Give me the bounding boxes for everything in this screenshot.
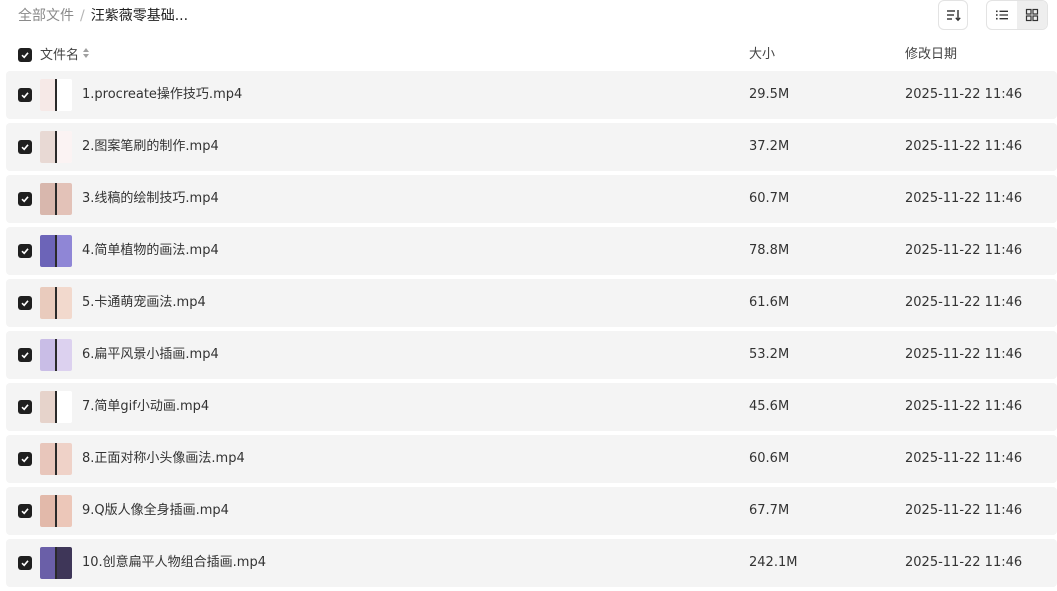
file-date: 2025-11-22 11:46 xyxy=(905,399,1023,414)
row-checkbox[interactable] xyxy=(18,296,32,310)
breadcrumb: 全部文件 / 汪紫薇零基础... xyxy=(18,6,188,26)
row-checkbox[interactable] xyxy=(18,88,32,102)
check-icon xyxy=(21,52,29,59)
table-row[interactable]: 6.扁平风景小插画.mp4 53.2M 2025-11-22 11:46 xyxy=(6,331,1057,379)
file-size: 37.2M xyxy=(749,139,790,154)
file-size: 60.7M xyxy=(749,191,790,206)
row-checkbox[interactable] xyxy=(18,192,32,206)
check-icon xyxy=(21,456,29,463)
file-date: 2025-11-22 11:46 xyxy=(905,87,1023,102)
row-checkbox[interactable] xyxy=(18,504,32,518)
table-row[interactable]: 3.线稿的绘制技巧.mp4 60.7M 2025-11-22 11:46 xyxy=(6,175,1057,223)
breadcrumb-root-link[interactable]: 全部文件 xyxy=(18,8,74,24)
sort-arrows-icon[interactable] xyxy=(82,47,90,64)
file-name[interactable]: 3.线稿的绘制技巧.mp4 xyxy=(82,191,219,207)
table-row[interactable]: 5.卡通萌宠画法.mp4 61.6M 2025-11-22 11:46 xyxy=(6,279,1057,327)
file-date: 2025-11-22 11:46 xyxy=(905,347,1023,362)
table-row[interactable]: 9.Q版人像全身插画.mp4 67.7M 2025-11-22 11:46 xyxy=(6,487,1057,535)
file-size: 67.7M xyxy=(749,503,790,518)
file-name[interactable]: 5.卡通萌宠画法.mp4 xyxy=(82,295,206,311)
file-date: 2025-11-22 11:46 xyxy=(905,139,1023,154)
video-thumbnail xyxy=(40,339,72,371)
file-date: 2025-11-22 11:46 xyxy=(905,503,1023,518)
check-icon xyxy=(21,508,29,515)
breadcrumb-current-folder: 汪紫薇零基础... xyxy=(90,8,189,24)
check-icon xyxy=(21,144,29,151)
table-row[interactable]: 1.procreate操作技巧.mp4 29.5M 2025-11-22 11:… xyxy=(6,71,1057,119)
file-size: 78.8M xyxy=(749,243,790,258)
video-thumbnail xyxy=(40,547,72,579)
row-checkbox[interactable] xyxy=(18,400,32,414)
file-date: 2025-11-22 11:46 xyxy=(905,295,1023,310)
file-date: 2025-11-22 11:46 xyxy=(905,243,1023,258)
file-size: 29.5M xyxy=(749,87,790,102)
video-thumbnail xyxy=(40,495,72,527)
file-date: 2025-11-22 11:46 xyxy=(905,555,1023,570)
check-icon xyxy=(21,352,29,359)
table-row[interactable]: 7.简单gif小动画.mp4 45.6M 2025-11-22 11:46 xyxy=(6,383,1057,431)
video-thumbnail xyxy=(40,131,72,163)
video-thumbnail xyxy=(40,79,72,111)
file-name[interactable]: 8.正面对称小头像画法.mp4 xyxy=(82,451,245,467)
row-checkbox[interactable] xyxy=(18,244,32,258)
size-column-header[interactable]: 大小 xyxy=(749,47,775,63)
name-column-header[interactable]: 文件名 xyxy=(40,47,90,64)
sort-button[interactable] xyxy=(938,0,968,30)
check-icon xyxy=(21,196,29,203)
check-icon xyxy=(21,92,29,99)
file-size: 45.6M xyxy=(749,399,790,414)
file-name[interactable]: 6.扁平风景小插画.mp4 xyxy=(82,347,219,363)
check-icon xyxy=(21,248,29,255)
table-row[interactable]: 4.简单植物的画法.mp4 78.8M 2025-11-22 11:46 xyxy=(6,227,1057,275)
table-row[interactable]: 2.图案笔刷的制作.mp4 37.2M 2025-11-22 11:46 xyxy=(6,123,1057,171)
file-date: 2025-11-22 11:46 xyxy=(905,451,1023,466)
name-column-label: 文件名 xyxy=(40,48,80,63)
check-icon xyxy=(21,300,29,307)
select-all-checkbox[interactable] xyxy=(18,48,32,62)
row-checkbox[interactable] xyxy=(18,140,32,154)
video-thumbnail xyxy=(40,287,72,319)
file-size: 242.1M xyxy=(749,555,798,570)
grid-view-icon xyxy=(1025,8,1039,22)
file-size: 61.6M xyxy=(749,295,790,310)
file-size: 53.2M xyxy=(749,347,790,362)
breadcrumb-separator: / xyxy=(80,8,85,24)
grid-view-button[interactable] xyxy=(1017,1,1047,29)
view-mode-toggle xyxy=(986,0,1048,30)
file-name[interactable]: 7.简单gif小动画.mp4 xyxy=(82,399,209,415)
file-size: 60.6M xyxy=(749,451,790,466)
check-icon xyxy=(21,404,29,411)
file-name[interactable]: 9.Q版人像全身插画.mp4 xyxy=(82,503,229,519)
file-name[interactable]: 4.简单植物的画法.mp4 xyxy=(82,243,219,259)
file-name[interactable]: 2.图案笔刷的制作.mp4 xyxy=(82,139,219,155)
video-thumbnail xyxy=(40,183,72,215)
modified-column-header[interactable]: 修改日期 xyxy=(905,47,957,63)
video-thumbnail xyxy=(40,443,72,475)
file-date: 2025-11-22 11:46 xyxy=(905,191,1023,206)
list-view-button[interactable] xyxy=(987,1,1017,29)
top-bar: 全部文件 / 汪紫薇零基础... xyxy=(0,0,1057,32)
sort-icon xyxy=(947,10,961,22)
video-thumbnail xyxy=(40,235,72,267)
table-row[interactable]: 8.正面对称小头像画法.mp4 60.6M 2025-11-22 11:46 xyxy=(6,435,1057,483)
file-list: 1.procreate操作技巧.mp4 29.5M 2025-11-22 11:… xyxy=(6,71,1057,591)
table-header: 文件名 大小 修改日期 xyxy=(0,40,1057,70)
row-checkbox[interactable] xyxy=(18,348,32,362)
row-checkbox[interactable] xyxy=(18,452,32,466)
file-name[interactable]: 10.创意扁平人物组合插画.mp4 xyxy=(82,555,266,571)
list-view-icon xyxy=(996,10,1008,20)
file-name[interactable]: 1.procreate操作技巧.mp4 xyxy=(82,87,242,103)
video-thumbnail xyxy=(40,391,72,423)
table-row[interactable]: 10.创意扁平人物组合插画.mp4 242.1M 2025-11-22 11:4… xyxy=(6,539,1057,587)
row-checkbox[interactable] xyxy=(18,556,32,570)
check-icon xyxy=(21,560,29,567)
